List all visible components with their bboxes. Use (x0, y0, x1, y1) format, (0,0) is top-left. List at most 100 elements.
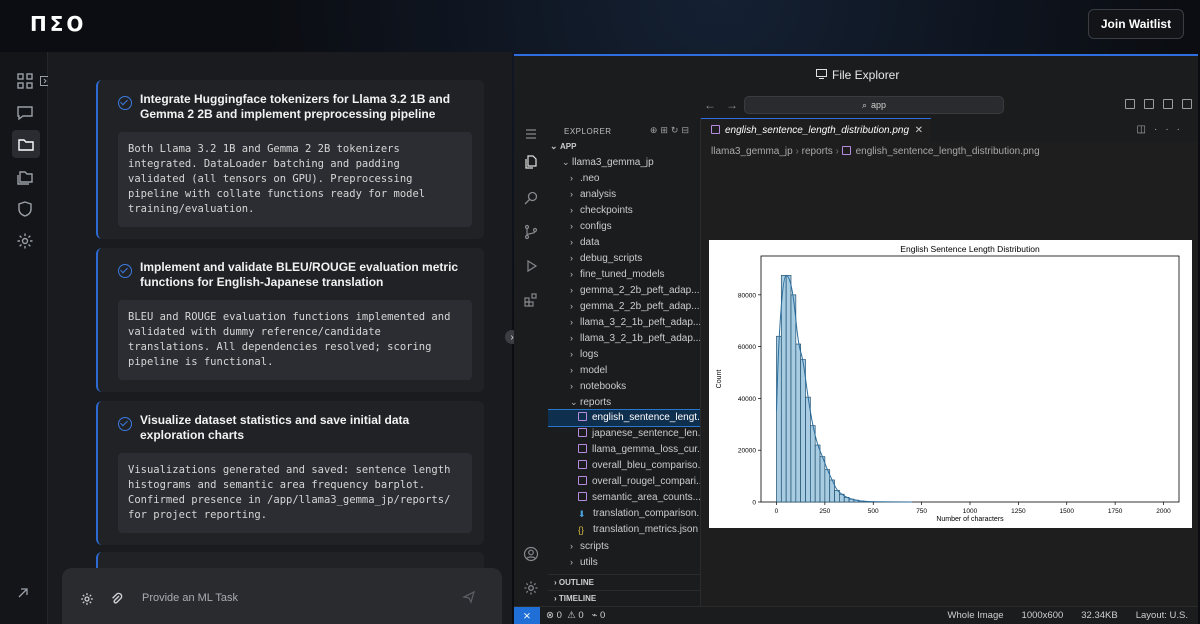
toggle-panel-icon[interactable] (1163, 99, 1173, 109)
new-folder-icon[interactable]: ⊞ (660, 125, 671, 135)
tree-folder[interactable]: › checkpoints (548, 202, 700, 218)
breadcrumb-item[interactable]: english_sentence_length_distribution.png (856, 146, 1040, 157)
tree-folder[interactable]: › configs (548, 218, 700, 234)
task-result: Both Llama 3.2 1B and Gemma 2 2B tokeniz… (118, 132, 472, 227)
tree-item-label: semantic_area_counts.... (592, 492, 701, 503)
toggle-sidebar-icon[interactable] (1144, 99, 1154, 109)
menu-icon[interactable] (523, 126, 539, 142)
tree-item-label: llama3_gemma_jp (572, 157, 654, 168)
y-tick-label: 20000 (738, 448, 756, 455)
send-icon[interactable] (462, 590, 476, 609)
tree-folder[interactable]: › gemma_2_2b_peft_adap... (548, 298, 700, 314)
tree-folder[interactable]: › scripts (548, 538, 700, 554)
tree-folder[interactable]: › .neo (548, 170, 700, 186)
tree-file[interactable]: overall_bleu_compariso... (548, 458, 700, 474)
tree-folder[interactable]: ⌄ llama3_gemma_jp (548, 154, 700, 170)
settings-icon[interactable] (80, 592, 94, 611)
task-title: Visualize dataset statistics and save in… (140, 413, 410, 442)
tree-folder[interactable]: › analysis (548, 186, 700, 202)
tree-item-label: llama_3_2_1b_peft_adap... (580, 317, 701, 328)
tree-item-label: overall_rougel_compari... (592, 476, 701, 487)
tree-folder[interactable]: ⌄ reports (548, 394, 700, 410)
join-waitlist-button[interactable]: Join Waitlist (1088, 9, 1184, 39)
tree-file[interactable]: semantic_area_counts.... (548, 490, 701, 506)
editor-actions[interactable]: ◫··· (1137, 124, 1188, 135)
collapse-all-icon[interactable]: ⊟ (681, 125, 692, 135)
paperclip-icon[interactable] (110, 592, 124, 611)
folder-icon[interactable] (12, 130, 40, 158)
command-center-search[interactable]: ⌕ app (744, 96, 1004, 114)
tree-folder[interactable]: › data (548, 234, 700, 250)
tree-item-label: checkpoints (580, 205, 633, 216)
error-icon: ⊗ (546, 610, 554, 621)
refresh-icon[interactable]: ↻ (671, 125, 682, 135)
x-tick-label: 1000 (963, 508, 978, 515)
files-icon[interactable] (14, 166, 36, 188)
grid-icon[interactable] (14, 70, 36, 92)
run-debug-icon[interactable] (523, 258, 539, 274)
x-tick-label: 500 (868, 508, 879, 515)
editor-tab[interactable]: english_sentence_length_distribution.png… (701, 118, 931, 142)
tree-file[interactable]: english_sentence_lengt... (548, 409, 701, 427)
breadcrumb-item[interactable]: llama3_gemma_jp (711, 146, 793, 157)
account-icon[interactable] (523, 546, 539, 562)
tree-folder[interactable]: › gemma_2_2b_peft_adap... (548, 282, 700, 298)
breadcrumb[interactable]: llama3_gemma_jp › reports › english_sent… (711, 146, 1040, 157)
shield-icon[interactable] (14, 198, 36, 220)
histogram-bar (819, 456, 826, 503)
nav-arrows[interactable]: ←→ (704, 98, 748, 112)
explorer-actions[interactable]: ⊕⊞↻⊟ (650, 125, 692, 136)
tree-folder[interactable]: › llama_3_2_1b_peft_adap... (548, 314, 701, 330)
tree-folder[interactable]: › model (548, 362, 700, 378)
breadcrumb-item[interactable]: reports (802, 146, 833, 157)
toggle-secondary-sidebar-icon[interactable] (1182, 99, 1192, 109)
split-editor-icon[interactable]: ◫ (1137, 124, 1154, 135)
tree-file[interactable]: ⬇ translation_comparison... (548, 506, 700, 522)
chat-icon[interactable] (14, 102, 36, 124)
tree-folder[interactable]: › utils (548, 554, 700, 570)
tree-folder[interactable]: › logs (548, 346, 700, 362)
task-input[interactable]: Provide an ML Task (142, 592, 238, 604)
tree-folder[interactable]: › notebooks (548, 378, 700, 394)
layout-controls[interactable] (1125, 99, 1192, 109)
chart-title: English Sentence Length Distribution (900, 244, 1040, 254)
task-card[interactable]: Visualize dataset statistics and save in… (96, 401, 484, 545)
image-zoom-status[interactable]: Whole Image (948, 610, 1004, 621)
tree-file[interactable]: llama_gemma_loss_cur... (548, 442, 700, 458)
explorer-icon[interactable] (523, 154, 539, 170)
search-icon[interactable] (523, 190, 539, 206)
tree-file[interactable]: {} translation_metrics.json (548, 522, 700, 538)
task-composer[interactable]: Provide an ML Task (62, 568, 502, 624)
tree-item-label: utils (580, 557, 598, 568)
task-card[interactable]: Implement and validate BLEU/ROUGE evalua… (96, 248, 484, 392)
new-file-icon[interactable]: ⊕ (650, 125, 661, 135)
problems-status[interactable]: ⊗ 0 ⚠ 0 ⌁ 0 (546, 610, 605, 621)
expand-arrow-icon[interactable] (16, 586, 30, 605)
tree-folder[interactable]: ⌄ APP (548, 138, 700, 154)
tree-item-label: english_sentence_lengt... (592, 412, 701, 423)
more-icon[interactable]: ··· (1154, 124, 1188, 135)
remote-icon[interactable]: ⨯ (514, 607, 540, 624)
brand-logo[interactable]: ΠΣΟ (30, 12, 86, 36)
tree-folder[interactable]: › llama_3_2_1b_peft_adap... (548, 330, 700, 346)
tree-file[interactable]: japanese_sentence_len... (548, 426, 700, 442)
tree-item-label: notebooks (580, 381, 627, 392)
manage-gear-icon[interactable] (523, 580, 539, 596)
source-control-icon[interactable] (523, 224, 539, 240)
close-icon[interactable]: ✕ (915, 119, 923, 142)
command-center-text: app (871, 100, 887, 110)
x-tick-label: 1500 (1060, 508, 1075, 515)
tree-file[interactable]: overall_rougel_compari... (548, 474, 701, 490)
tree-item-label: translation_metrics.json (593, 524, 699, 535)
outline-section[interactable]: › OUTLINE (548, 574, 700, 590)
task-card[interactable]: Integrate Huggingface tokenizers for Lla… (96, 80, 484, 239)
gear-icon[interactable] (14, 230, 36, 252)
image-filesize: 32.34KB (1081, 610, 1118, 621)
timeline-section[interactable]: › TIMELINE (548, 590, 700, 606)
layout-icon[interactable] (1125, 99, 1135, 109)
extensions-icon[interactable] (523, 292, 539, 308)
image-preview: English Sentence Length Distribution Numb… (709, 240, 1192, 528)
tree-folder[interactable]: › debug_scripts (548, 250, 700, 266)
keyboard-layout[interactable]: Layout: U.S. (1136, 610, 1188, 621)
tree-folder[interactable]: › fine_tuned_models (548, 266, 700, 282)
